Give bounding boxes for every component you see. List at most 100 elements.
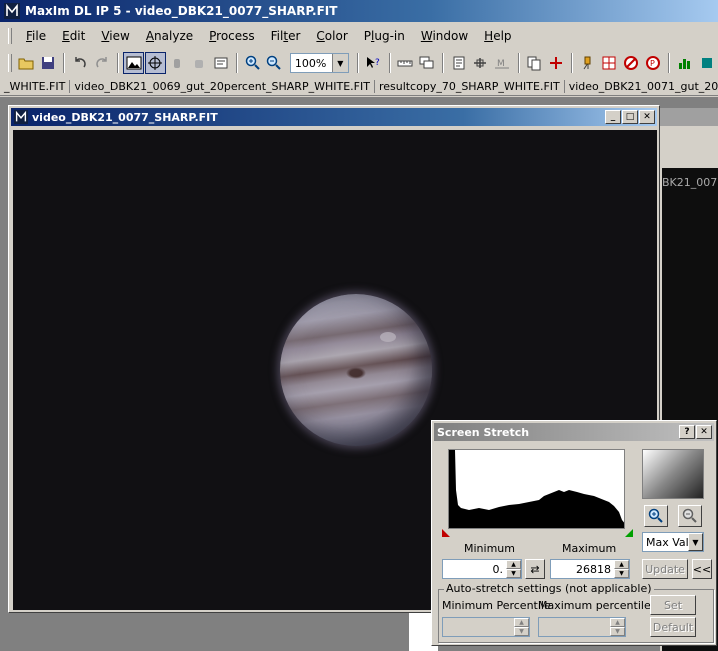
help-button[interactable]: ? bbox=[679, 425, 695, 439]
redo-icon bbox=[95, 57, 107, 68]
crosshair-button[interactable] bbox=[144, 52, 166, 74]
zoom-level-select[interactable]: 100% ▼ bbox=[289, 53, 349, 73]
hand-tool-button[interactable] bbox=[167, 52, 188, 74]
swap-button[interactable]: ⇄ bbox=[525, 559, 545, 579]
align-icon bbox=[474, 58, 487, 68]
app-titlebar[interactable]: MaxIm DL IP 5 - video_DBK21_0077_SHARP.F… bbox=[0, 0, 718, 22]
maximum-input[interactable]: 26818 ▲ ▼ bbox=[550, 559, 630, 579]
grab-tool-button[interactable] bbox=[189, 52, 210, 74]
app-title: MaxIm DL IP 5 - video_DBK21_0077_SHARP.F… bbox=[25, 4, 338, 18]
menu-plugin[interactable]: Plug-in bbox=[356, 27, 413, 45]
menu-file[interactable]: File bbox=[18, 27, 54, 45]
spin-up-icon[interactable]: ▲ bbox=[514, 618, 529, 627]
menu-process[interactable]: Process bbox=[201, 27, 263, 45]
document-tab[interactable]: resultcopy_70_SHARP_WHITE.FIT bbox=[375, 80, 565, 93]
menu-edit[interactable]: Edit bbox=[54, 27, 93, 45]
maximum-marker[interactable] bbox=[625, 529, 633, 537]
document-tab[interactable]: _WHITE.FIT bbox=[0, 80, 71, 93]
menubar-grip[interactable] bbox=[8, 28, 12, 44]
measure-button[interactable] bbox=[395, 52, 416, 74]
set-label: Set bbox=[663, 598, 683, 612]
auto-stretch-legend: Auto-stretch settings (not applicable) bbox=[444, 582, 654, 595]
undo-button[interactable] bbox=[69, 52, 90, 74]
toolbar-separator bbox=[668, 53, 671, 73]
document-tabs: _WHITE.FIT video_DBK21_0069_gut_20percent… bbox=[0, 78, 718, 96]
menu-analyze[interactable]: Analyze bbox=[138, 27, 201, 45]
image-view-button[interactable] bbox=[123, 52, 144, 74]
menu-window[interactable]: Window bbox=[413, 27, 476, 45]
open-folder-button[interactable] bbox=[16, 52, 37, 74]
grab-icon bbox=[195, 60, 204, 68]
maximize-icon: □ bbox=[625, 112, 635, 122]
image-info-button[interactable] bbox=[210, 52, 231, 74]
zoom-out-stretch-button[interactable] bbox=[678, 505, 702, 527]
spin-up-icon[interactable]: ▲ bbox=[506, 560, 521, 569]
menu-view[interactable]: View bbox=[93, 27, 137, 45]
image-window-titlebar[interactable]: video_DBK21_0077_SHARP.FIT _ □ ✕ bbox=[11, 108, 657, 126]
update-button[interactable]: Update bbox=[642, 559, 688, 579]
min-percentile-input[interactable]: ▲ ▼ bbox=[442, 617, 530, 637]
chevron-down-icon[interactable]: ▼ bbox=[331, 54, 348, 72]
redo-button[interactable] bbox=[91, 52, 112, 74]
max-percentile-spinner[interactable]: ▲ ▼ bbox=[610, 618, 625, 636]
min-percentile-spinner[interactable]: ▲ ▼ bbox=[514, 618, 529, 636]
bar-chart-icon bbox=[678, 59, 690, 69]
copy-button[interactable] bbox=[524, 52, 545, 74]
menu-help[interactable]: Help bbox=[476, 27, 519, 45]
graph-button[interactable] bbox=[674, 52, 695, 74]
menu-color[interactable]: Color bbox=[308, 27, 355, 45]
minimum-label: Minimum bbox=[464, 542, 515, 555]
spin-down-icon[interactable]: ▼ bbox=[614, 569, 629, 578]
svg-text:P: P bbox=[650, 59, 655, 68]
document-tab[interactable]: video_DBK21_0069_gut_20percent_SHARP_WHI… bbox=[70, 80, 375, 93]
minimum-marker[interactable] bbox=[442, 529, 450, 537]
zoom-in-stretch-button[interactable] bbox=[644, 505, 668, 527]
maxim-doc-icon bbox=[14, 110, 28, 124]
document-button[interactable] bbox=[448, 52, 469, 74]
screen-stretch-titlebar[interactable]: Screen Stretch ? ✕ bbox=[434, 423, 714, 441]
align-button[interactable] bbox=[470, 52, 491, 74]
telescope-button[interactable] bbox=[577, 52, 598, 74]
minimize-button[interactable]: _ bbox=[605, 110, 621, 124]
max-percentile-input[interactable]: ▲ ▼ bbox=[538, 617, 626, 637]
crosshair-icon bbox=[148, 56, 163, 70]
background-window-titlebar[interactable] bbox=[660, 108, 718, 126]
menu-filter[interactable]: Filter bbox=[263, 27, 309, 45]
toolbar-grip[interactable] bbox=[8, 54, 12, 72]
stretch-mode-select[interactable]: Max Val ▼ bbox=[642, 532, 704, 552]
zoom-in-button[interactable] bbox=[242, 52, 263, 74]
maximize-button[interactable]: □ bbox=[622, 110, 638, 124]
dialog-close-button[interactable]: ✕ bbox=[696, 425, 712, 439]
minimize-icon: _ bbox=[610, 112, 616, 122]
spin-down-icon[interactable]: ▼ bbox=[506, 569, 521, 578]
stop-button[interactable] bbox=[621, 52, 642, 74]
spin-up-icon[interactable]: ▲ bbox=[614, 560, 629, 569]
histogram[interactable] bbox=[448, 449, 625, 529]
maxim-app-icon bbox=[4, 3, 20, 19]
spin-down-icon[interactable]: ▼ bbox=[514, 627, 529, 636]
maxdsp-button[interactable]: M bbox=[492, 52, 513, 74]
minimum-spinner[interactable]: ▲ ▼ bbox=[506, 560, 521, 578]
minimum-input[interactable]: 0. ▲ ▼ bbox=[442, 559, 522, 579]
zoom-out-button[interactable] bbox=[264, 52, 285, 74]
context-help-button[interactable]: ? bbox=[363, 52, 384, 74]
spin-up-icon[interactable]: ▲ bbox=[610, 618, 625, 627]
spin-down-icon[interactable]: ▼ bbox=[610, 627, 625, 636]
default-button[interactable]: Default bbox=[650, 617, 696, 637]
close-button[interactable]: ✕ bbox=[639, 110, 655, 124]
camera-control-button[interactable] bbox=[599, 52, 620, 74]
disconnect-button[interactable]: P bbox=[643, 52, 664, 74]
zoom-level-value: 100% bbox=[294, 56, 327, 70]
crosshair-add-button[interactable] bbox=[545, 52, 566, 74]
chevron-down-icon[interactable]: ▼ bbox=[688, 533, 703, 551]
stack-button[interactable] bbox=[416, 52, 437, 74]
maximum-spinner[interactable]: ▲ ▼ bbox=[614, 560, 629, 578]
document-tab[interactable]: video_DBK21_0071_gut_20percent_SHARP_WHI… bbox=[565, 80, 718, 93]
telescope-icon bbox=[583, 56, 591, 70]
save-button[interactable] bbox=[38, 52, 59, 74]
collapse-button[interactable]: << bbox=[692, 559, 712, 579]
tools-button[interactable] bbox=[696, 52, 717, 74]
close-icon: ✕ bbox=[700, 427, 708, 437]
set-button[interactable]: Set bbox=[650, 595, 696, 615]
zoom-in-icon bbox=[245, 55, 260, 70]
